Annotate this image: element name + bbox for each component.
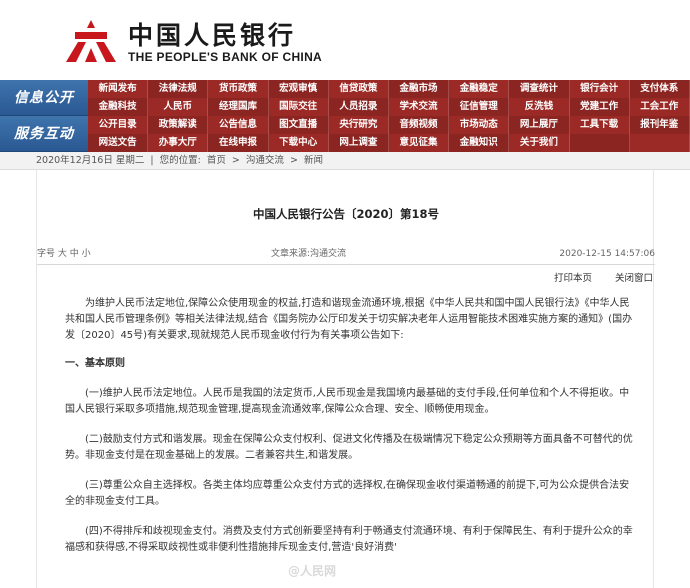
main-navigation: 信息公开 新闻发布 法律法规 货币政策 宏观审慎 信贷政策 金融市场 金融稳定 … xyxy=(0,80,690,152)
article: 中国人民银行公告〔2020〕第18号 字号 大 中 小 文章来源:沟通交流 20… xyxy=(36,170,655,588)
article-paragraph: (一)维护人民币法定地位。人民币是我国的法定货币,人民币现金是我国境内最基础的支… xyxy=(65,388,630,415)
nav-item[interactable]: 意见征集 xyxy=(389,134,450,152)
breadcrumb-level2[interactable]: 新闻 xyxy=(304,155,323,166)
breadcrumb-arrow: > xyxy=(231,155,240,166)
nav-item[interactable]: 银行会计 xyxy=(570,80,630,98)
nav-item[interactable]: 征信管理 xyxy=(449,98,510,116)
nav-item[interactable]: 法律法规 xyxy=(148,80,209,98)
nav-item[interactable]: 工具下载 xyxy=(570,116,630,134)
breadcrumb-arrow: > xyxy=(289,155,298,166)
nav-item[interactable]: 在线申报 xyxy=(208,134,269,152)
nav-item[interactable]: 网上调查 xyxy=(328,134,389,152)
close-window-button[interactable]: 关闭窗口 xyxy=(615,273,653,284)
article-paragraph: (三)尊重公众自主选择权。各类主体均应尊重公众支付方式的选择权,在确保现金收付渠… xyxy=(65,480,630,507)
nav-item[interactable]: 音频视频 xyxy=(388,116,450,134)
nav-item[interactable]: 网上展厅 xyxy=(509,116,570,134)
article-body: 为维护人民币法定地位,保障公众使用现金的权益,打造和谐现金流通环境,根据《中华人… xyxy=(65,296,633,570)
article-meta: 字号 大 中 小 文章来源:沟通交流 2020-12-15 14:57:06 xyxy=(37,246,655,262)
nav-item[interactable]: 金融科技 xyxy=(88,98,149,116)
nav-item[interactable]: 支付体系 xyxy=(629,80,690,98)
nav-item[interactable]: 经理国库 xyxy=(208,98,269,116)
nav-item[interactable]: 公告信息 xyxy=(208,116,269,134)
nav-item[interactable]: 金融知识 xyxy=(449,134,510,152)
article-paragraph: (四)不得排斥和歧视现金支付。消费及支付方式创新要坚持有利于畅通支付流通环境、有… xyxy=(65,526,633,553)
font-size-switcher[interactable]: 字号 大 中 小 xyxy=(37,246,91,262)
brand-title-cn: 中国人民银行 xyxy=(128,21,297,50)
nav-group-label: 服务互动 xyxy=(0,116,88,152)
nav-item[interactable]: 人员招录 xyxy=(328,98,389,116)
nav-item[interactable]: 办事大厅 xyxy=(148,134,209,152)
pboc-logo-icon[interactable] xyxy=(64,18,118,64)
section-heading: 一、基本原则 xyxy=(65,358,125,369)
nav-grid: 新闻发布 法律法规 货币政策 宏观审慎 信贷政策 金融市场 金融稳定 调查统计 … xyxy=(88,80,690,116)
nav-item[interactable]: 反洗钱 xyxy=(509,98,570,116)
nav-item xyxy=(569,134,630,152)
nav-item[interactable]: 工会工作 xyxy=(630,98,690,116)
nav-group-info: 信息公开 新闻发布 法律法规 货币政策 宏观审慎 信贷政策 金融市场 金融稳定 … xyxy=(0,80,690,116)
nav-item[interactable]: 国际交往 xyxy=(269,98,329,116)
nav-item[interactable]: 市场动态 xyxy=(449,116,510,134)
print-button[interactable]: 打印本页 xyxy=(554,273,592,284)
nav-grid: 公开目录 政策解读 公告信息 图文直播 央行研究 音频视频 市场动态 网上展厅 … xyxy=(88,116,690,152)
nav-item[interactable]: 党建工作 xyxy=(569,98,630,116)
breadcrumb-date: 2020年12月16日 星期二 xyxy=(36,155,145,166)
nav-item[interactable]: 网送文告 xyxy=(88,134,149,152)
nav-item xyxy=(630,134,690,152)
nav-item[interactable]: 宏观审慎 xyxy=(268,80,329,98)
nav-item[interactable]: 公开目录 xyxy=(88,116,149,134)
breadcrumb: 2020年12月16日 星期二 | 您的位置: 首页 > 沟通交流 > 新闻 xyxy=(0,152,690,170)
watermark: @人民网 xyxy=(288,564,337,578)
nav-item[interactable]: 新闻发布 xyxy=(88,80,149,98)
nav-item[interactable]: 政策解读 xyxy=(148,116,209,134)
article-source: 文章来源:沟通交流 xyxy=(271,249,347,259)
nav-group-service: 服务互动 公开目录 政策解读 公告信息 图文直播 央行研究 音频视频 市场动态 … xyxy=(0,116,690,152)
nav-item[interactable]: 信贷政策 xyxy=(329,80,389,98)
breadcrumb-level1[interactable]: 沟通交流 xyxy=(246,155,284,166)
breadcrumb-sep: | xyxy=(150,155,154,166)
site-header: 中国人民银行 THE PEOPLE'S BANK OF CHINA xyxy=(0,0,690,80)
nav-item[interactable]: 关于我们 xyxy=(509,134,570,152)
article-title: 中国人民银行公告〔2020〕第18号 xyxy=(252,207,439,221)
nav-item[interactable]: 金融稳定 xyxy=(449,80,510,98)
nav-item[interactable]: 金融市场 xyxy=(388,80,450,98)
breadcrumb-prefix: 您的位置: xyxy=(159,155,201,166)
nav-item[interactable]: 央行研究 xyxy=(329,116,389,134)
nav-item[interactable]: 调查统计 xyxy=(509,80,570,98)
nav-item[interactable]: 人民币 xyxy=(148,98,209,116)
article-paragraph: 为维护人民币法定地位,保障公众使用现金的权益,打造和谐现金流通环境,根据《中华人… xyxy=(65,298,633,341)
meta-divider xyxy=(37,264,655,265)
article-timestamp: 2020-12-15 14:57:06 xyxy=(559,249,655,259)
breadcrumb-home[interactable]: 首页 xyxy=(207,155,226,166)
nav-item[interactable]: 学术交流 xyxy=(389,98,450,116)
nav-item[interactable]: 货币政策 xyxy=(208,80,269,98)
nav-item[interactable]: 下载中心 xyxy=(269,134,329,152)
article-tools: 打印本页 关闭窗口 xyxy=(534,270,653,284)
nav-item[interactable]: 图文直播 xyxy=(268,116,329,134)
nav-item[interactable]: 报刊年鉴 xyxy=(629,116,690,134)
nav-group-label: 信息公开 xyxy=(0,80,88,116)
article-paragraph: (二)鼓励支付方式和谐发展。现金在保障公众支付权利、促进文化传播及在极端情况下稳… xyxy=(65,434,633,461)
brand-title-en: THE PEOPLE'S BANK OF CHINA xyxy=(128,50,322,64)
